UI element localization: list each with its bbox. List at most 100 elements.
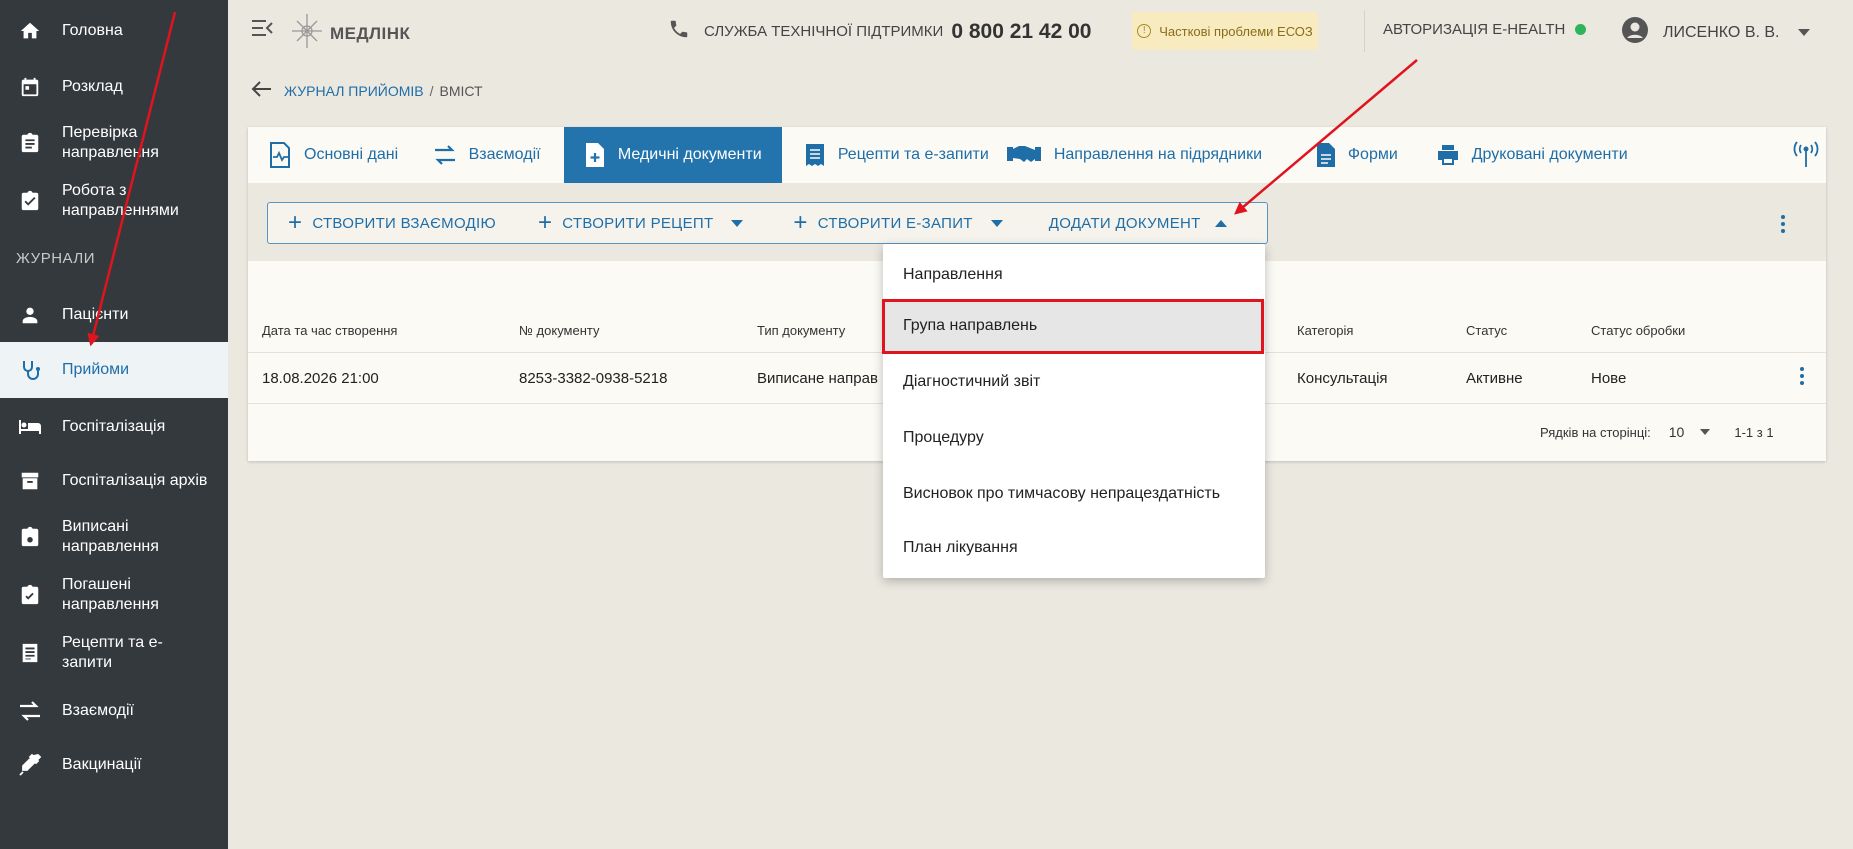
cell-date: 18.08.2026 21:00 (262, 370, 379, 387)
menu-item-referral[interactable]: Направлення (883, 250, 1265, 300)
top-bar: МЕДЛІНК СЛУЖБА ТЕХНІЧНОЇ ПІДТРИМКИ 0 800… (228, 0, 1853, 62)
sidebar-item-label: Рецепти та е-запити (62, 634, 163, 671)
document-icon (1316, 142, 1336, 168)
tab-label: Взаємодії (468, 146, 541, 163)
handshake-icon (1006, 144, 1042, 166)
clipboard-list-icon (16, 129, 44, 157)
sidebar-item-hospitalization-archive[interactable]: Госпіталізація архів (0, 458, 228, 504)
sidebar-item-label: Погашені направлення (62, 576, 159, 613)
user-menu[interactable]: ЛИСЕНКО В. В. (1621, 16, 1810, 49)
chevron-down-icon[interactable] (731, 219, 744, 227)
sidebar-item-label: Взаємодії (62, 702, 134, 719)
create-interaction-label: СТВОРИТИ ВЗАЄМОДІЮ (312, 214, 496, 232)
plus-icon: + (537, 209, 553, 236)
sidebar-item-label: Госпіталізація (62, 418, 166, 435)
back-arrow-icon[interactable] (250, 80, 272, 101)
tab-interactions[interactable]: Взаємодії (433, 127, 564, 183)
breadcrumb-separator: / (429, 82, 434, 99)
sidebar-item-hospitalization[interactable]: Госпіталізація (0, 404, 228, 450)
ehealth-auth-status[interactable]: АВТОРИЗАЦІЯ E-HEALTH (1383, 21, 1587, 38)
tab-medical-documents[interactable]: Медичні документи (563, 127, 782, 183)
column-header[interactable]: Дата та час створення (262, 323, 397, 338)
archive-icon (16, 467, 44, 495)
rows-per-page-label: Рядків на сторінці: (1540, 424, 1651, 440)
add-document-dropdown: Направлення Група направлень Діагностичн… (883, 244, 1265, 578)
support-label: СЛУЖБА ТЕХНІЧНОЇ ПІДТРИМКИ (704, 23, 944, 40)
sidebar-item-schedule[interactable]: Розклад (0, 64, 228, 110)
column-header[interactable]: Тип документу (757, 323, 845, 338)
user-avatar-icon (1621, 16, 1649, 49)
topbar-divider (1364, 10, 1365, 52)
breadcrumb: ЖУРНАЛ ПРИЙОМІВ / ВМІСТ (250, 80, 483, 101)
sidebar: Головна Розклад Перевірка направлення Ро… (0, 0, 228, 849)
tab-bar: Основні дані Взаємодії Медичні документи… (248, 127, 1826, 183)
sidebar-item-issued-referrals[interactable]: Виписані направлення (0, 512, 228, 562)
rows-per-page-select[interactable]: 10 (1669, 424, 1685, 440)
bed-icon (16, 413, 44, 441)
sidebar-item-patients[interactable]: Пацієнти (0, 292, 228, 338)
sidebar-item-referral-work[interactable]: Робота з направленнями (0, 176, 228, 226)
app-logo[interactable]: МЕДЛІНК (290, 12, 410, 55)
sidebar-item-appointments[interactable]: Прийоми (0, 342, 228, 398)
sidebar-item-referral-check[interactable]: Перевірка направлення (0, 118, 228, 168)
chevron-down-icon[interactable] (990, 219, 1003, 227)
sidebar-item-redeemed-referrals[interactable]: Погашені направлення (0, 570, 228, 620)
create-erequest-button[interactable]: + СТВОРИТИ Е-ЗАПИТ (793, 209, 1003, 236)
column-header[interactable]: № документу (519, 323, 600, 338)
cell-doc-number: 8253-3382-0938-5218 (519, 370, 668, 387)
plus-icon: + (793, 209, 808, 236)
calendar-icon (16, 73, 44, 101)
create-recipe-button[interactable]: + СТВОРИТИ РЕЦЕПТ (537, 209, 744, 236)
menu-item-sick-leave[interactable]: Висновок про тимчасову непрацездатність (883, 469, 1265, 519)
stethoscope-icon (16, 356, 44, 384)
menu-item-treatment-plan[interactable]: План лікування (883, 523, 1265, 573)
chevron-down-icon[interactable] (1700, 429, 1711, 435)
sidebar-item-label: Головна (62, 22, 123, 39)
tab-contractor-referrals[interactable]: Направлення на підрядники (998, 127, 1294, 183)
add-document-button[interactable]: ДОДАТИ ДОКУМЕНТ (1049, 215, 1227, 232)
syringe-icon (16, 751, 44, 779)
sidebar-item-label: Вакцинації (62, 756, 142, 773)
column-header[interactable]: Категорія (1297, 323, 1353, 338)
clipboard-check-icon (16, 187, 44, 215)
tab-label: Направлення на підрядники (1053, 146, 1263, 163)
tab-forms[interactable]: Форми (1294, 127, 1422, 183)
collapse-menu-icon[interactable] (250, 18, 274, 43)
sidebar-item-label: Перевірка направлення (62, 124, 159, 161)
sidebar-item-home[interactable]: Головна (0, 8, 228, 54)
esoz-warning-badge[interactable]: ! Часткові проблеми ЕСОЗ (1132, 12, 1318, 50)
menu-item-procedure[interactable]: Процедуру (883, 413, 1265, 463)
clipboard-done-icon (16, 581, 44, 609)
tab-main-data[interactable]: Основні дані (248, 127, 433, 183)
row-actions-icon[interactable] (1800, 367, 1804, 385)
tab-printed-documents[interactable]: Друковані документи (1422, 127, 1677, 183)
status-dot-icon (1575, 24, 1587, 35)
column-header[interactable]: Статус (1466, 323, 1507, 338)
cell-doc-type: Виписане направ (757, 370, 878, 387)
warning-text: Часткові проблеми ЕСОЗ (1159, 23, 1313, 39)
more-actions-icon[interactable] (1781, 215, 1785, 233)
tab-recipes[interactable]: Рецепти та е-запити (782, 127, 998, 183)
support-info: СЛУЖБА ТЕХНІЧНОЇ ПІДТРИМКИ 0 800 21 42 0… (668, 18, 1091, 45)
create-erequest-label: СТВОРИТИ Е-ЗАПИТ (817, 214, 973, 232)
menu-item-diagnostic-report[interactable]: Діагностичний звіт (883, 357, 1265, 407)
sidebar-item-vaccinations[interactable]: Вакцинації (0, 742, 228, 788)
user-name: ЛИСЕНКО В. В. (1663, 23, 1780, 41)
breadcrumb-parent-link[interactable]: ЖУРНАЛ ПРИЙОМІВ (284, 83, 424, 99)
phone-icon (668, 18, 690, 45)
sidebar-item-label: Госпіталізація архів (62, 472, 208, 489)
cell-category: Консультація (1297, 370, 1388, 387)
tab-label: Рецепти та е-запити (837, 146, 989, 163)
breadcrumb-current: ВМІСТ (439, 82, 483, 99)
swap-arrows-icon (16, 697, 44, 725)
sidebar-item-interactions[interactable]: Взаємодії (0, 688, 228, 734)
column-header[interactable]: Статус обробки (1591, 323, 1685, 338)
create-interaction-button[interactable]: + СТВОРИТИ ВЗАЄМОДІЮ (288, 211, 496, 235)
medlink-logo-icon (290, 12, 324, 55)
broadcast-signal-button[interactable] (1677, 127, 1826, 183)
broadcast-icon (1791, 138, 1821, 173)
swap-arrows-icon (433, 145, 457, 165)
add-document-label: ДОДАТИ ДОКУМЕНТ (1048, 214, 1201, 232)
sidebar-item-recipes[interactable]: Рецепти та е-запити (0, 628, 228, 678)
cell-status: Активне (1466, 370, 1523, 387)
